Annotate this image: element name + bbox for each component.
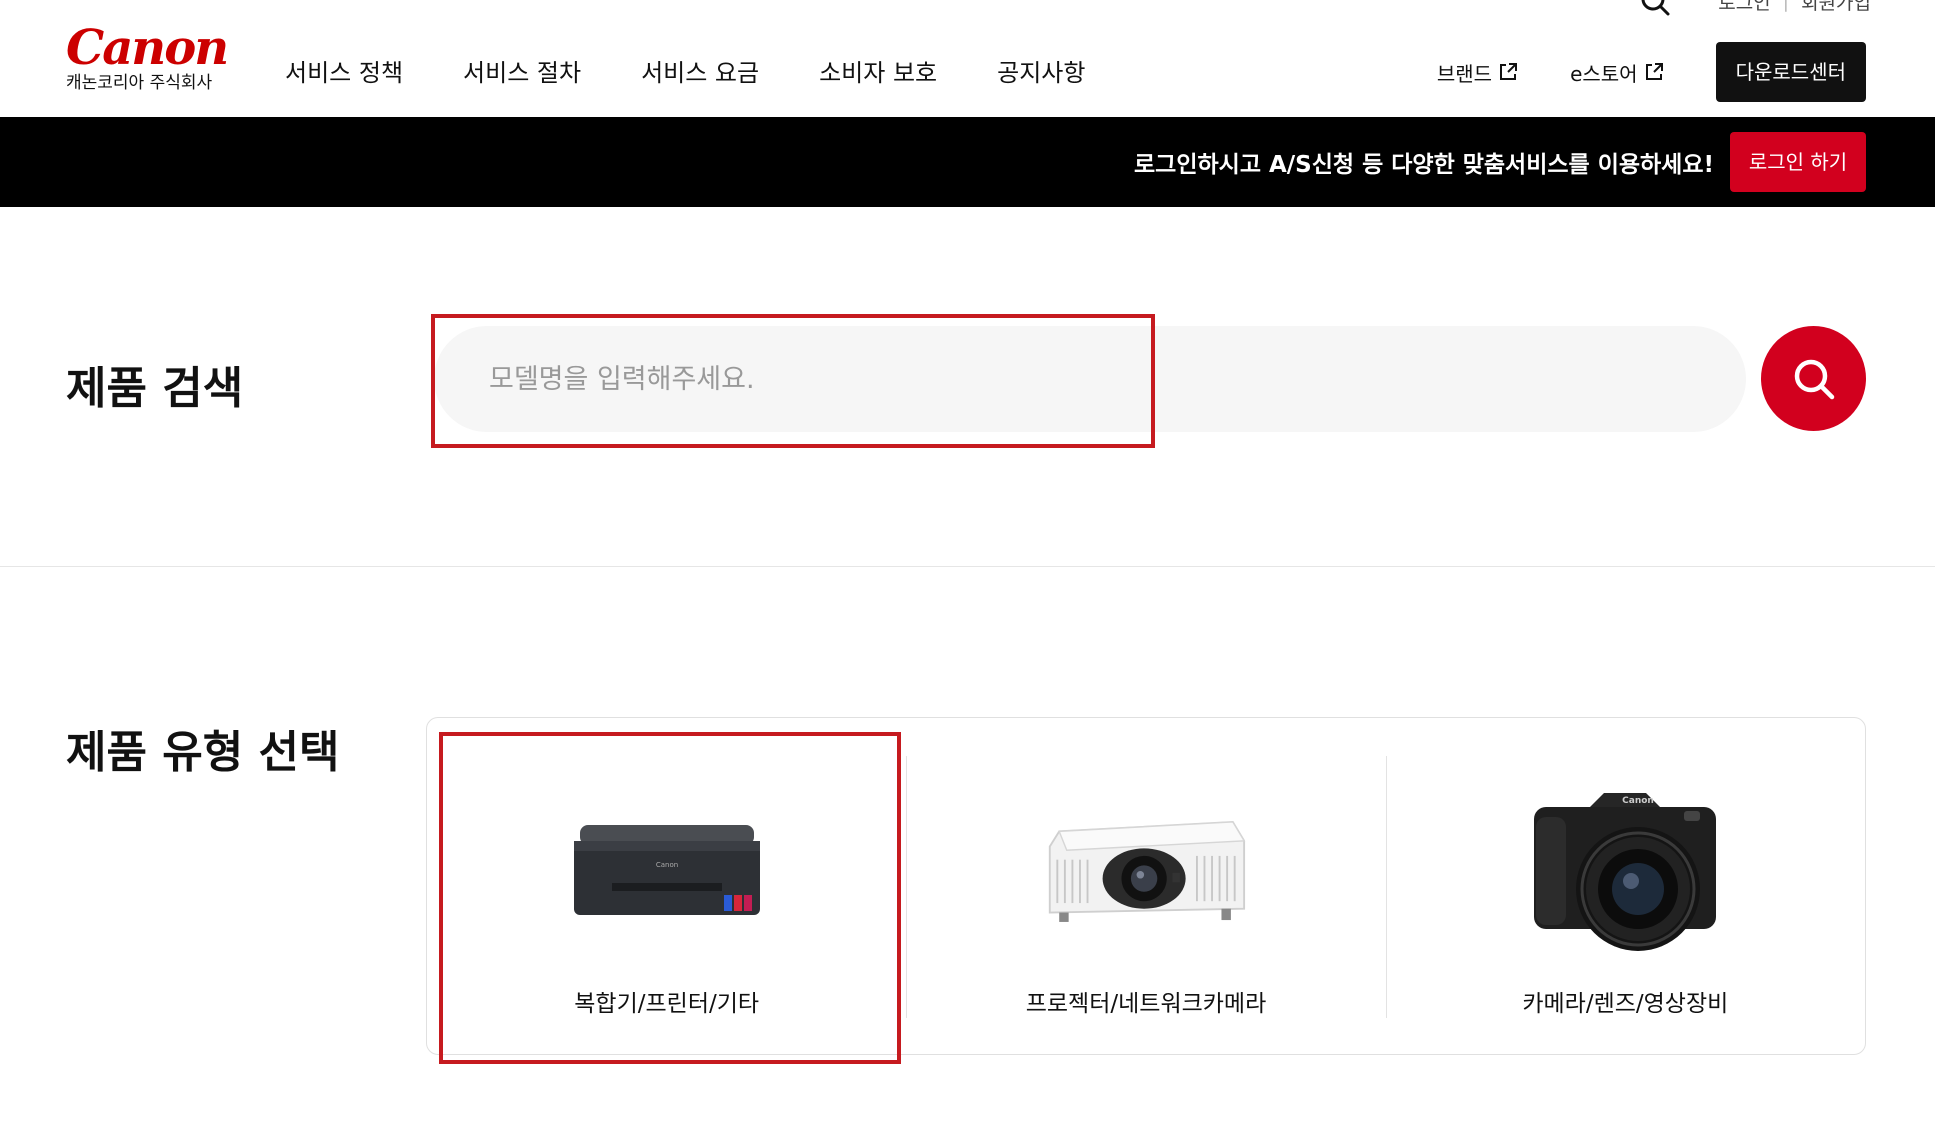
model-search-input[interactable] bbox=[434, 326, 1746, 432]
type-card-printer[interactable]: Canon 복합기/프린터/기타 bbox=[427, 718, 906, 1054]
product-type-title: 제품 유형 선택 bbox=[66, 727, 340, 778]
download-center-button[interactable]: 다운로드센터 bbox=[1715, 42, 1866, 102]
site-header: Canon 캐논코리아 주식회사 서비스 정책 서비스 절차 서비스 요금 소비… bbox=[0, 0, 1935, 117]
util-top-bar: 로그인 | 회원가입 bbox=[1640, 0, 1871, 16]
nav-service-procedure[interactable]: 서비스 절차 bbox=[463, 56, 581, 90]
nav-service-fee[interactable]: 서비스 요금 bbox=[641, 56, 759, 90]
product-type-list: Canon 복합기/프린터/기타 프로젝터/네트워크카메라 Canon 카메라/… bbox=[426, 717, 1866, 1055]
login-button[interactable]: 로그인 하기 bbox=[1730, 132, 1866, 192]
nav-service-policy[interactable]: 서비스 정책 bbox=[285, 56, 403, 90]
printer-image: Canon bbox=[567, 786, 767, 956]
brand-link[interactable]: 브랜드 bbox=[1437, 58, 1518, 87]
svg-text:Canon: Canon bbox=[1622, 796, 1654, 806]
canon-logo[interactable]: Canon 캐논코리아 주식회사 bbox=[66, 20, 236, 94]
main-nav: 서비스 정책 서비스 절차 서비스 요금 소비자 보호 공지사항 bbox=[285, 56, 1145, 90]
nav-notice[interactable]: 공지사항 bbox=[997, 56, 1085, 90]
logo-subtitle: 캐논코리아 주식회사 bbox=[66, 73, 213, 93]
login-banner: 로그인하시고 A/S신청 등 다양한 맞춤서비스를 이용하세요! 로그인 하기 bbox=[0, 117, 1935, 207]
util-links: 브랜드 e스토어 다운로드센터 bbox=[1437, 42, 1866, 102]
search-icon bbox=[1794, 359, 1834, 399]
estore-link[interactable]: e스토어 bbox=[1570, 58, 1664, 87]
camera-image: Canon bbox=[1525, 786, 1725, 956]
projector-image bbox=[1046, 786, 1246, 956]
top-login-link[interactable]: 로그인 bbox=[1718, 0, 1770, 15]
svg-text:Canon: Canon bbox=[655, 861, 677, 869]
search-button[interactable] bbox=[1761, 326, 1866, 431]
logo-wordmark: Canon bbox=[66, 20, 229, 76]
util-separator: | bbox=[1782, 0, 1790, 12]
type-card-projector[interactable]: 프로젝터/네트워크카메라 bbox=[906, 718, 1385, 1054]
type-label-printer: 복합기/프린터/기타 bbox=[574, 991, 760, 1017]
brand-link-label: 브랜드 bbox=[1436, 61, 1493, 86]
nav-consumer-protection[interactable]: 소비자 보호 bbox=[819, 56, 937, 90]
external-link-icon bbox=[1500, 63, 1518, 80]
search-icon[interactable] bbox=[1640, 0, 1670, 16]
product-search-field bbox=[434, 326, 1746, 432]
login-banner-message: 로그인하시고 A/S신청 등 다양한 맞춤서비스를 이용하세요! bbox=[1134, 152, 1714, 178]
type-label-camera: 카메라/렌즈/영상장비 bbox=[1522, 991, 1729, 1017]
section-divider bbox=[0, 566, 1935, 567]
external-link-icon bbox=[1645, 63, 1663, 80]
type-card-camera[interactable]: Canon 카메라/렌즈/영상장비 bbox=[1385, 718, 1865, 1054]
type-label-projector: 프로젝터/네트워크카메라 bbox=[1025, 991, 1267, 1017]
product-search-title: 제품 검색 bbox=[66, 363, 244, 414]
estore-link-label: e스토어 bbox=[1570, 61, 1638, 86]
top-signup-link[interactable]: 회원가입 bbox=[1801, 0, 1871, 15]
